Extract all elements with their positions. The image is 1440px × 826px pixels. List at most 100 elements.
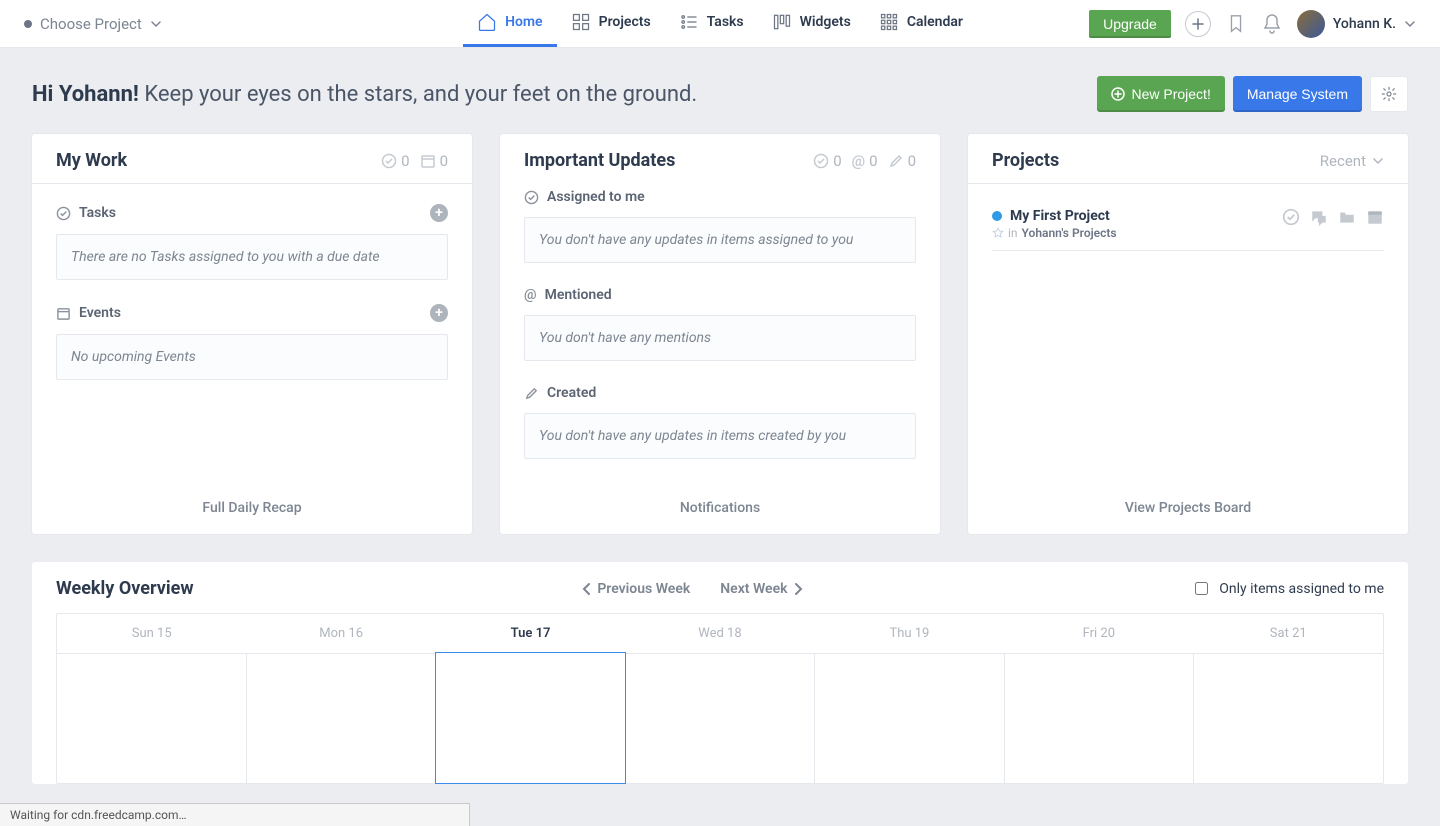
updates-assigned-count: 0	[813, 152, 841, 170]
my-work-title: My Work	[56, 150, 127, 171]
updates-created-count: 0	[888, 152, 916, 170]
avatar	[1297, 10, 1325, 38]
calendar-icon[interactable]	[1366, 208, 1384, 226]
project-chooser[interactable]: Choose Project	[24, 15, 162, 33]
settings-button[interactable]	[1370, 76, 1408, 112]
events-section: Events +	[56, 298, 448, 328]
calendar-icon	[56, 306, 71, 321]
gear-icon	[1381, 86, 1397, 102]
nav-tasks[interactable]: Tasks	[665, 0, 758, 47]
nav-home-label: Home	[505, 14, 543, 30]
check-circle-icon	[813, 153, 829, 169]
notifications-link[interactable]: Notifications	[500, 486, 940, 534]
check-circle-icon[interactable]	[1282, 208, 1300, 226]
tasks-section: Tasks +	[56, 198, 448, 228]
view-projects-board-link[interactable]: View Projects Board	[968, 486, 1408, 534]
project-name: My First Project	[1010, 208, 1110, 224]
folder-icon[interactable]	[1338, 208, 1356, 226]
day-cell[interactable]	[815, 653, 1005, 783]
chevron-right-icon	[794, 582, 804, 596]
greeting: Hi Yohann! Keep your eyes on the stars, …	[32, 82, 697, 107]
only-assigned-filter[interactable]: Only items assigned to me	[1191, 579, 1384, 598]
list-icon	[679, 12, 699, 32]
next-week-label: Next Week	[720, 581, 787, 597]
day-cell[interactable]	[247, 653, 437, 783]
weekly-title: Weekly Overview	[56, 578, 194, 599]
nav-calendar-label: Calendar	[907, 14, 963, 30]
discuss-icon[interactable]	[1310, 208, 1328, 226]
greeting-bold: Hi Yohann!	[32, 82, 139, 107]
only-assigned-label: Only items assigned to me	[1219, 581, 1384, 597]
full-daily-recap-link[interactable]: Full Daily Recap	[32, 486, 472, 534]
add-button[interactable]	[1185, 11, 1211, 37]
upgrade-button[interactable]: Upgrade	[1089, 10, 1171, 38]
bookmark-icon	[1227, 14, 1245, 34]
day-header: Sun 15	[57, 614, 246, 653]
projects-filter[interactable]: Recent	[1320, 152, 1384, 170]
home-icon	[477, 12, 497, 32]
new-project-button[interactable]: New Project!	[1097, 76, 1224, 112]
user-menu[interactable]: Yohann K.	[1297, 10, 1416, 38]
nav-projects-label: Projects	[599, 14, 651, 30]
pencil-icon	[888, 153, 904, 169]
projects-filter-label: Recent	[1320, 152, 1366, 170]
tasks-empty: There are no Tasks assigned to you with …	[56, 234, 448, 280]
page-header: Hi Yohann! Keep your eyes on the stars, …	[32, 76, 1408, 112]
bell-icon	[1262, 13, 1282, 35]
nav-widgets[interactable]: Widgets	[758, 0, 865, 47]
pencil-icon	[524, 386, 539, 401]
greeting-rest: Keep your eyes on the stars, and your fe…	[144, 82, 697, 107]
nav-calendar[interactable]: Calendar	[865, 0, 977, 47]
star-icon	[992, 227, 1004, 239]
chevron-down-icon	[1404, 18, 1416, 30]
at-icon: @	[524, 287, 537, 303]
day-cell[interactable]	[626, 653, 816, 783]
day-cell[interactable]	[1194, 653, 1383, 783]
bookmark-button[interactable]	[1225, 13, 1247, 35]
calendar-icon	[420, 153, 436, 169]
day-cell[interactable]	[1005, 653, 1195, 783]
projects-title: Projects	[992, 150, 1059, 171]
only-assigned-checkbox[interactable]	[1195, 582, 1208, 595]
manage-system-button[interactable]: Manage System	[1233, 76, 1362, 112]
previous-week-label: Previous Week	[597, 581, 690, 597]
events-empty: No upcoming Events	[56, 334, 448, 380]
project-item[interactable]: My First Project in Yohann's Projects	[992, 198, 1384, 251]
mentioned-section: @ Mentioned	[524, 281, 916, 309]
check-circle-icon	[381, 153, 397, 169]
check-circle-icon	[524, 190, 539, 205]
project-dot-icon	[24, 20, 32, 28]
nav-projects[interactable]: Projects	[557, 0, 665, 47]
previous-week-button[interactable]: Previous Week	[581, 581, 690, 597]
at-icon: @	[852, 152, 865, 170]
day-header: Sat 21	[1194, 614, 1383, 653]
chevron-left-icon	[581, 582, 591, 596]
calendar-grid: Sun 15 Mon 16 Tue 17 Wed 18 Thu 19 Fri 2…	[56, 613, 1384, 784]
add-event-button[interactable]: +	[430, 304, 448, 322]
assigned-section: Assigned to me	[524, 183, 916, 211]
day-cell-today[interactable]	[435, 652, 626, 784]
day-header: Fri 20	[1004, 614, 1193, 653]
add-task-button[interactable]: +	[430, 204, 448, 222]
day-header-today: Tue 17	[436, 614, 625, 653]
my-work-tasks-count: 0	[381, 152, 409, 170]
top-nav: Home Projects Tasks Widgets Calendar	[463, 0, 977, 47]
mentioned-empty: You don't have any mentions	[524, 315, 916, 361]
project-in: in	[1008, 226, 1018, 240]
user-name: Yohann K.	[1333, 16, 1396, 32]
my-work-card: My Work 0 0 Tasks	[32, 134, 472, 534]
notifications-button[interactable]	[1261, 13, 1283, 35]
new-project-label: New Project!	[1131, 86, 1210, 102]
next-week-button[interactable]: Next Week	[720, 581, 803, 597]
events-label: Events	[79, 305, 121, 321]
day-cell[interactable]	[57, 653, 247, 783]
mentioned-label: Mentioned	[545, 287, 612, 303]
nav-home[interactable]: Home	[463, 0, 557, 47]
plus-circle-icon	[1111, 87, 1125, 101]
updates-title: Important Updates	[524, 150, 675, 171]
projects-card: Projects Recent My First Project	[968, 134, 1408, 534]
calendar-grid-icon	[879, 12, 899, 32]
day-header: Thu 19	[815, 614, 1004, 653]
grid-icon	[571, 12, 591, 32]
nav-widgets-label: Widgets	[800, 14, 851, 30]
